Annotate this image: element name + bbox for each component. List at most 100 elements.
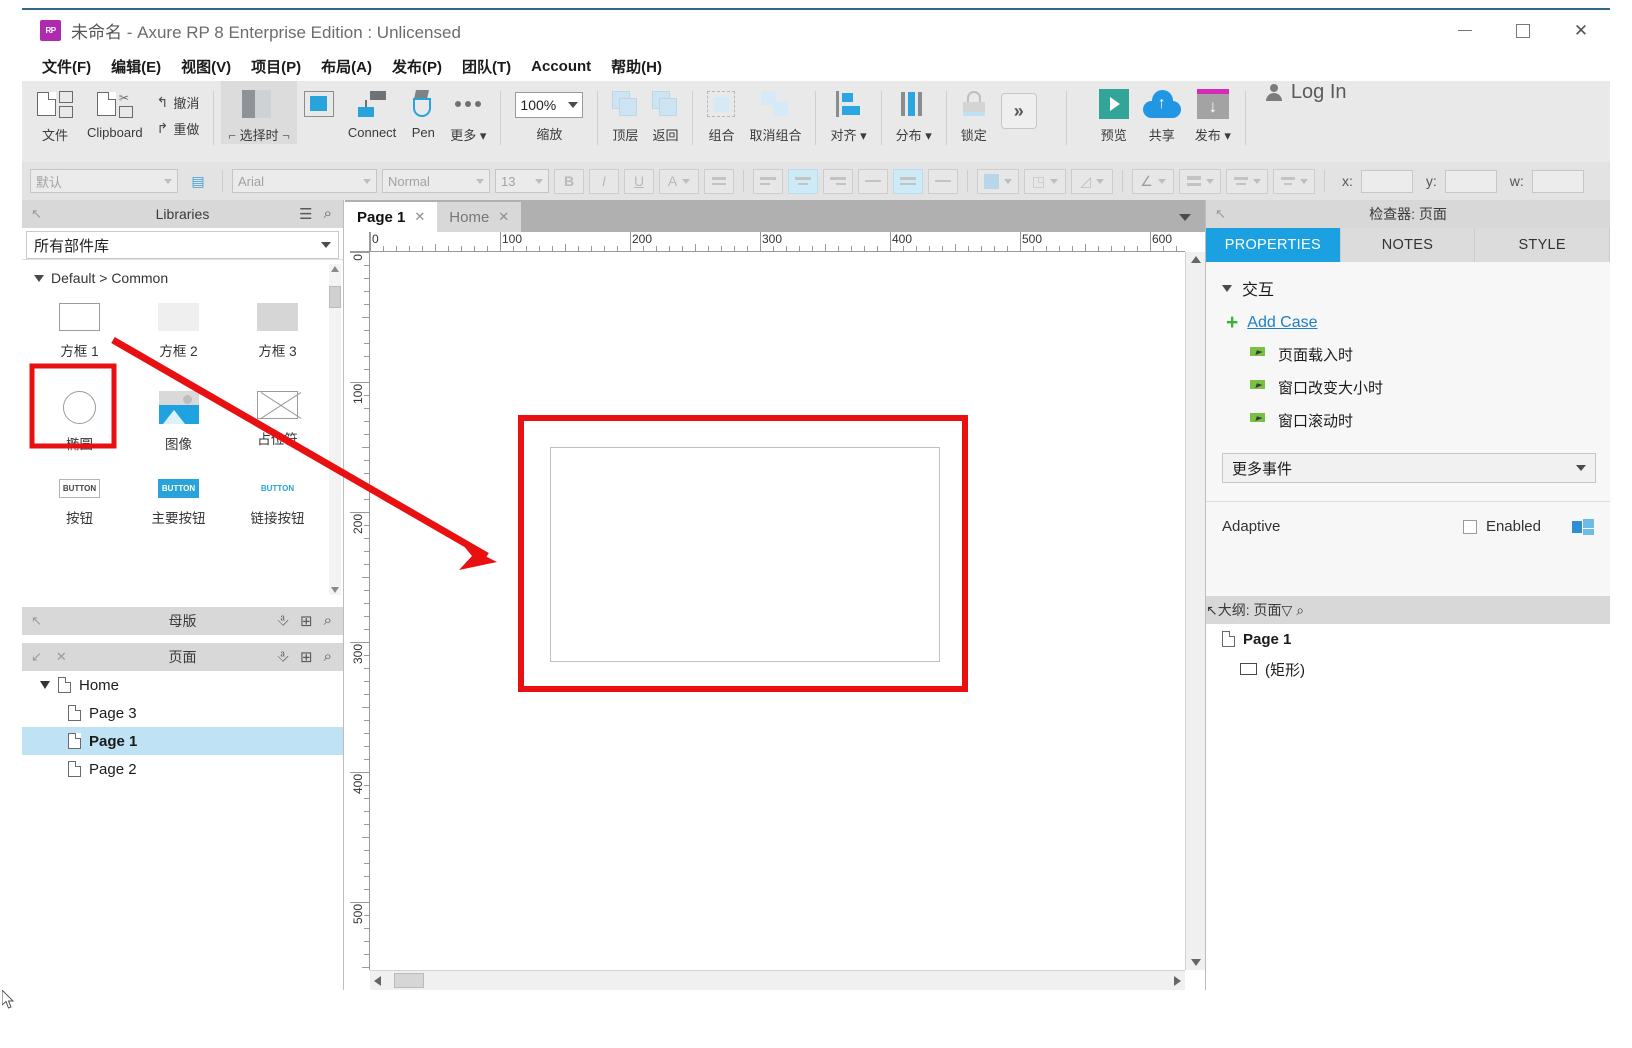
- scroll-up-icon[interactable]: [1191, 256, 1201, 263]
- pages-search-icon[interactable]: ⌕: [324, 648, 332, 666]
- add-master-icon[interactable]: ⎀: [277, 612, 289, 630]
- library-item-box3[interactable]: 方框 3: [228, 294, 327, 382]
- menu-account[interactable]: Account: [521, 55, 601, 78]
- menu-view[interactable]: 视图(V): [171, 53, 241, 80]
- y-coordinate-input[interactable]: [1445, 170, 1497, 193]
- close-icon[interactable]: ✕: [498, 209, 509, 225]
- menu-project[interactable]: 项目(P): [241, 53, 311, 80]
- more-tools-button[interactable]: 更多 ▾: [443, 81, 493, 144]
- library-item-placeholder[interactable]: 占位符: [228, 382, 327, 470]
- redo-button[interactable]: ↱ 重做: [157, 119, 200, 138]
- page-tree-item-home[interactable]: Home: [22, 671, 343, 699]
- valign-middle-button[interactable]: [893, 169, 923, 194]
- scroll-up-icon[interactable]: [331, 266, 339, 272]
- page-tree-item-page2[interactable]: Page 2: [22, 755, 343, 783]
- font-color-button[interactable]: A: [659, 169, 699, 194]
- add-case-button[interactable]: + Add Case: [1226, 314, 1610, 332]
- bold-button[interactable]: B: [554, 169, 584, 194]
- library-item-ellipse[interactable]: 椭圆: [30, 382, 129, 470]
- underline-button[interactable]: U: [624, 169, 654, 194]
- tab-notes[interactable]: NOTES: [1341, 228, 1476, 262]
- event-page-load[interactable]: 页面载入时: [1250, 344, 1610, 365]
- collapse-panel-icon[interactable]: ↖: [31, 613, 42, 629]
- font-weight-select[interactable]: Normal: [382, 169, 490, 193]
- page-tree-item-page1[interactable]: Page 1: [22, 727, 343, 755]
- tab-page1[interactable]: Page 1 ✕: [345, 202, 437, 232]
- libraries-search-icon[interactable]: ⌕: [324, 205, 332, 223]
- event-window-resize[interactable]: 窗口改变大小时: [1250, 377, 1610, 398]
- tab-overflow-icon[interactable]: [1179, 214, 1191, 221]
- font-size-select[interactable]: 13: [495, 169, 549, 193]
- menu-layout[interactable]: 布局(A): [311, 53, 382, 80]
- page-tree-item-page3[interactable]: Page 3: [22, 699, 343, 727]
- close-icon[interactable]: ✕: [414, 209, 425, 225]
- library-item-button[interactable]: BUTTON 按钮: [30, 470, 129, 558]
- outline-item-page1[interactable]: Page 1: [1206, 624, 1610, 654]
- connect-button[interactable]: Connect: [341, 81, 403, 140]
- library-item-primary-button[interactable]: BUTTON 主要按钮: [129, 470, 228, 558]
- menu-help[interactable]: 帮助(H): [601, 53, 672, 80]
- masters-search-icon[interactable]: ⌕: [324, 612, 332, 630]
- collapse-panel-icon[interactable]: ↖: [1215, 206, 1226, 222]
- arrow-style-button[interactable]: [1273, 169, 1315, 194]
- menu-publish[interactable]: 发布(P): [382, 53, 452, 80]
- add-page-icon[interactable]: ⎀: [277, 648, 289, 666]
- clipboard-toolbar-button[interactable]: ✂ Clipboard: [80, 81, 150, 140]
- design-canvas[interactable]: [370, 252, 1185, 970]
- distribute-button[interactable]: 分布 ▾: [889, 81, 939, 144]
- outline-filter-icon[interactable]: ▽: [1282, 602, 1293, 618]
- strikethrough-button[interactable]: [704, 169, 734, 194]
- font-family-select[interactable]: Arial: [232, 169, 377, 193]
- libraries-menu-icon[interactable]: ☰: [299, 205, 312, 223]
- expand-triangle-icon[interactable]: [40, 681, 50, 689]
- menu-file[interactable]: 文件(F): [32, 53, 101, 80]
- send-to-back-button[interactable]: 返回: [645, 81, 685, 144]
- pen-button[interactable]: Pen: [403, 81, 443, 140]
- line-dash-button[interactable]: [1226, 169, 1268, 194]
- adaptive-views-icon[interactable]: [1572, 519, 1594, 535]
- toolbar-overflow-button[interactable]: »: [994, 81, 1044, 129]
- x-coordinate-input[interactable]: [1361, 170, 1413, 193]
- scroll-right-icon[interactable]: [1174, 976, 1181, 986]
- menu-team[interactable]: 团队(T): [452, 53, 521, 80]
- align-left-button[interactable]: [753, 169, 783, 194]
- zoom-control[interactable]: 100% 缩放: [508, 81, 590, 143]
- border-style-button[interactable]: ◿: [1071, 169, 1113, 194]
- scroll-down-icon[interactable]: [1191, 959, 1201, 966]
- library-selector[interactable]: 所有部件库: [26, 231, 339, 259]
- lock-button[interactable]: 锁定: [954, 81, 994, 144]
- library-item-box2[interactable]: 方框 2: [129, 294, 228, 382]
- scroll-left-icon[interactable]: [374, 976, 381, 986]
- group-button[interactable]: 组合: [700, 81, 742, 144]
- event-window-scroll[interactable]: 窗口滚动时: [1250, 410, 1610, 431]
- outline-item-rectangle[interactable]: (矩形): [1206, 654, 1610, 684]
- line-width-button[interactable]: ∠: [1132, 169, 1174, 194]
- library-item-link-button[interactable]: BUTTON 链接按钮: [228, 470, 327, 558]
- align-button[interactable]: 对齐 ▾: [823, 81, 873, 144]
- maximize-button[interactable]: [1494, 10, 1552, 51]
- library-item-image[interactable]: 图像: [129, 382, 228, 470]
- more-events-select[interactable]: 更多事件: [1222, 453, 1596, 483]
- preview-button[interactable]: 预览: [1092, 81, 1136, 144]
- libraries-scrollbar[interactable]: [329, 264, 341, 595]
- line-weight-button[interactable]: [1179, 169, 1221, 194]
- scrollbar-thumb[interactable]: [329, 286, 341, 308]
- align-right-button[interactable]: [823, 169, 853, 194]
- interactions-header[interactable]: 交互: [1222, 276, 1610, 300]
- tab-style[interactable]: STYLE: [1475, 228, 1610, 262]
- collapse-panel-icon[interactable]: ↖: [31, 206, 42, 222]
- select-mode-button[interactable]: ⌐ 选择时 ¬: [221, 81, 296, 144]
- canvas-horizontal-scrollbar[interactable]: [370, 970, 1185, 990]
- ungroup-button[interactable]: 取消组合: [742, 81, 808, 144]
- align-center-button[interactable]: [788, 169, 818, 194]
- login-button[interactable]: Log In: [1253, 81, 1359, 104]
- scroll-down-icon[interactable]: [331, 587, 339, 593]
- add-folder-icon[interactable]: ⊞: [300, 648, 313, 666]
- fill-color-button[interactable]: [977, 169, 1019, 194]
- close-button[interactable]: ✕: [1552, 10, 1610, 51]
- library-item-box1[interactable]: 方框 1: [30, 294, 129, 382]
- undo-button[interactable]: ↰ 撤消: [157, 93, 200, 112]
- marquee-select-button[interactable]: [297, 81, 341, 140]
- library-group-header[interactable]: Default > Common: [22, 260, 343, 292]
- widget-style-select[interactable]: 默认: [30, 169, 178, 193]
